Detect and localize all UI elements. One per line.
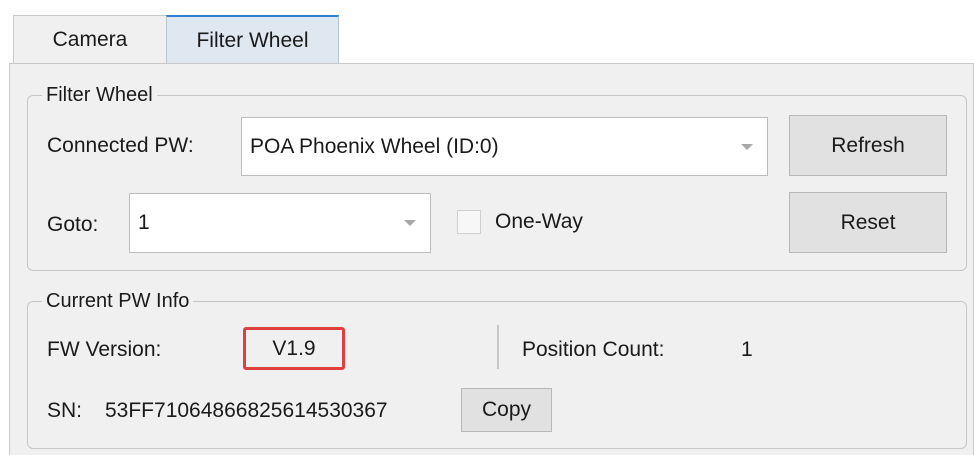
sn-label: SN: xyxy=(47,399,83,422)
tab-camera[interactable]: Camera xyxy=(13,15,167,63)
position-count-value: 1 xyxy=(741,338,753,361)
sn-value: 53FF71064866825614530367 xyxy=(105,399,388,422)
connected-pw-select[interactable]: POA Phoenix Wheel (ID:0) xyxy=(241,117,768,176)
fw-version-label: FW Version: xyxy=(47,338,162,361)
goto-value: 1 xyxy=(138,211,150,234)
chevron-down-icon xyxy=(741,143,753,150)
connected-pw-value: POA Phoenix Wheel (ID:0) xyxy=(250,134,499,158)
filter-wheel-settings-window: Camera Filter Wheel Filter Wheel Connect… xyxy=(0,0,974,455)
position-count-label: Position Count: xyxy=(522,338,665,361)
refresh-button[interactable]: Refresh xyxy=(789,115,947,176)
filter-wheel-group: Filter Wheel Connected PW: POA Phoenix W… xyxy=(27,83,967,271)
one-way-label[interactable]: One-Way xyxy=(495,209,583,235)
filter-wheel-group-title: Filter Wheel xyxy=(42,83,157,107)
fw-version-value: V1.9 xyxy=(243,327,345,370)
copy-button[interactable]: Copy xyxy=(461,388,552,432)
goto-label: Goto: xyxy=(47,213,99,236)
one-way-checkbox[interactable] xyxy=(457,210,481,234)
current-pw-info-group-title: Current PW Info xyxy=(42,289,194,313)
goto-select[interactable]: 1 xyxy=(129,193,431,253)
current-pw-info-group: Current PW Info FW Version: V1.9 Positio… xyxy=(27,289,967,449)
connected-pw-label: Connected PW: xyxy=(47,134,194,157)
tab-content-panel: Filter Wheel Connected PW: POA Phoenix W… xyxy=(9,63,974,455)
chevron-down-icon xyxy=(404,220,416,226)
tab-filter-wheel[interactable]: Filter Wheel xyxy=(166,15,339,63)
reset-button[interactable]: Reset xyxy=(789,192,947,253)
info-separator xyxy=(497,325,499,369)
